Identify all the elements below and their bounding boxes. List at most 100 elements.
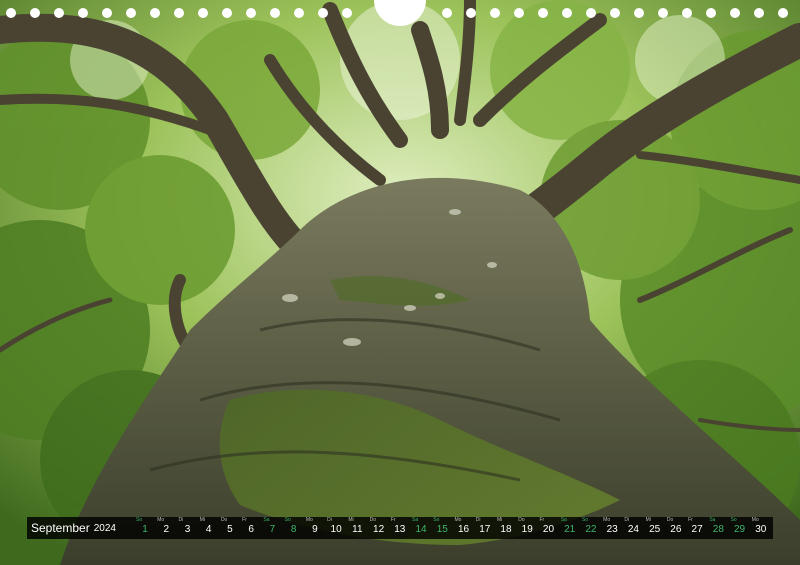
weekday-abbrev: Do [369, 517, 376, 523]
calendar-day: Mi 18 [496, 517, 516, 539]
weekday-abbrev: Mi [496, 517, 503, 523]
calendar-day: Fr 20 [538, 517, 558, 539]
weekday-abbrev: Di [178, 517, 184, 523]
calendar-day: Mo 23 [602, 517, 622, 539]
day-number: 22 [585, 524, 597, 535]
weekday-abbrev: Mo [454, 517, 462, 523]
day-number: 24 [627, 524, 639, 535]
calendar-day: So 1 [135, 517, 155, 539]
day-list: So 1 Mo 2 Di 3 Mi 4 Do 5 Fr 6 Sa 7 So 8 Mo 9 Di 10 Mi 11 Do 12 F… [135, 517, 773, 539]
day-number: 19 [521, 524, 533, 535]
month-label: September 2024 [27, 517, 135, 539]
calendar-day: Do 19 [517, 517, 537, 539]
binding-hole-icon [538, 8, 548, 18]
calendar-strip: September 2024 So 1 Mo 2 Di 3 Mi 4 Do 5 Fr 6 Sa 7 So 8 M… [27, 517, 773, 539]
calendar-page: September 2024 So 1 Mo 2 Di 3 Mi 4 Do 5 Fr 6 Sa 7 So 8 M… [0, 0, 800, 565]
binding-hole-icon [490, 8, 500, 18]
binding-hole-icon [442, 8, 452, 18]
day-number: 13 [394, 524, 406, 535]
calendar-day: Do 5 [220, 517, 240, 539]
day-number: 4 [205, 524, 212, 535]
calendar-day: Do 26 [666, 517, 686, 539]
day-number: 21 [564, 524, 576, 535]
weekday-abbrev: Mi [199, 517, 205, 523]
calendar-day: Sa 7 [262, 517, 282, 539]
day-number: 5 [227, 524, 233, 535]
calendar-day: Mo 2 [156, 517, 176, 539]
day-number: 15 [436, 524, 448, 535]
calendar-day: Fr 6 [241, 517, 261, 539]
binding-hole-icon [730, 8, 740, 18]
day-number: 23 [606, 524, 618, 535]
binding-hole-icon [54, 8, 64, 18]
binding-hole-icon [658, 8, 668, 18]
calendar-day: Mo 16 [454, 517, 474, 539]
day-number: 11 [352, 524, 363, 535]
day-number: 27 [691, 524, 703, 535]
calendar-day: So 29 [730, 517, 750, 539]
binding-hole-icon [562, 8, 572, 18]
weekday-abbrev: Di [327, 517, 332, 523]
weekday-abbrev: Sa [263, 517, 270, 523]
day-number: 30 [755, 524, 767, 535]
calendar-day: So 15 [432, 517, 452, 539]
day-number: 10 [330, 524, 342, 535]
month-name: September [31, 521, 90, 535]
day-number: 14 [415, 524, 427, 535]
day-number: 16 [457, 524, 470, 535]
tree-photo [0, 0, 800, 565]
weekday-abbrev: Fr [688, 517, 693, 523]
calendar-day: Mi 11 [347, 517, 367, 539]
weekday-abbrev: Mo [751, 517, 759, 523]
day-number: 8 [290, 524, 297, 535]
day-number: 26 [670, 524, 682, 535]
binding-hole-icon [126, 8, 136, 18]
day-number: 20 [542, 524, 555, 535]
weekday-abbrev: Mo [157, 517, 165, 523]
binding-hole-icon [198, 8, 208, 18]
day-number: 17 [479, 524, 491, 535]
calendar-day: Di 3 [177, 517, 197, 539]
binding-hole-icon [30, 8, 40, 18]
calendar-day: Mo 9 [305, 517, 325, 539]
spiral-binding [0, 0, 800, 26]
calendar-day: Di 17 [475, 517, 495, 539]
binding-hole-icon [610, 8, 620, 18]
weekday-abbrev: Fr [242, 517, 247, 523]
binding-hole-icon [222, 8, 232, 18]
weekday-abbrev: Mi [645, 517, 651, 523]
calendar-day: Mi 25 [645, 517, 665, 539]
weekday-abbrev: Fr [539, 517, 545, 523]
weekday-abbrev: So [136, 517, 143, 523]
binding-hole-icon [294, 8, 304, 18]
weekday-abbrev: So [581, 517, 589, 523]
day-number: 9 [312, 524, 318, 535]
weekday-abbrev: Do [220, 517, 228, 523]
day-number: 25 [649, 524, 661, 535]
binding-hole-icon [78, 8, 88, 18]
binding-hole-icon [150, 8, 160, 18]
calendar-day: Sa 28 [708, 517, 728, 539]
binding-hole-icon [342, 8, 352, 18]
weekday-abbrev: Sa [412, 517, 419, 523]
calendar-day: Di 10 [326, 517, 346, 539]
day-number: 6 [248, 524, 254, 535]
calendar-day: Sa 21 [560, 517, 580, 539]
binding-hole-icon [682, 8, 692, 18]
binding-hole-icon [586, 8, 596, 18]
binding-hole-icon [778, 8, 788, 18]
binding-hole-icon [102, 8, 112, 18]
weekday-abbrev: Fr [390, 517, 396, 523]
calendar-day: Mo 30 [751, 517, 771, 539]
calendar-day: So 8 [284, 517, 304, 539]
weekday-abbrev: Do [666, 517, 674, 523]
weekday-abbrev: So [730, 517, 737, 523]
binding-hole-icon [174, 8, 184, 18]
binding-hole-icon [754, 8, 764, 18]
day-number: 29 [734, 524, 746, 535]
calendar-day: So 22 [581, 517, 601, 539]
weekday-abbrev: Mi [348, 517, 354, 523]
day-number: 3 [184, 524, 191, 535]
day-number: 12 [373, 524, 385, 535]
calendar-day: Fr 27 [687, 517, 707, 539]
